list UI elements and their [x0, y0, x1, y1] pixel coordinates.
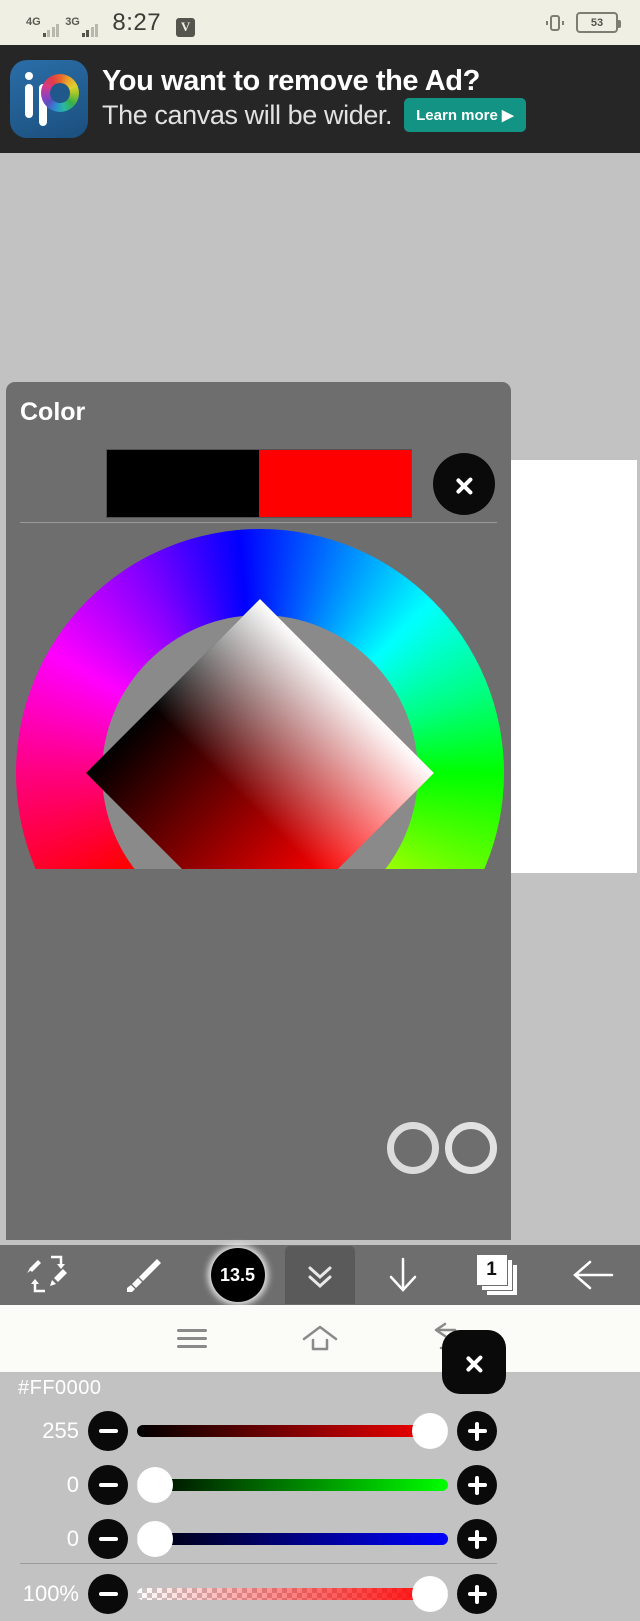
status-bar-clock: 8:27: [112, 8, 162, 36]
chevron-double-down-icon: [308, 1266, 332, 1289]
home-icon: [302, 1325, 338, 1350]
green-decrement-button[interactable]: [88, 1465, 128, 1505]
signal-3g-bars: [81, 23, 99, 37]
learn-more-button[interactable]: Learn more ▶: [404, 97, 526, 132]
brush-size-indicator: 13.5: [210, 1248, 265, 1302]
green-increment-button[interactable]: [457, 1465, 497, 1505]
brush-icon: [126, 1259, 161, 1292]
green-track[interactable]: [137, 1479, 448, 1491]
alpha-knob[interactable]: [412, 1576, 448, 1612]
red-knob[interactable]: [412, 1413, 448, 1449]
layers-icon: 1: [475, 1254, 520, 1296]
arrow-down-icon: [389, 1257, 416, 1292]
layers-button[interactable]: 1: [450, 1245, 545, 1305]
color-panel-header: Color: [6, 382, 511, 444]
chevron-right-icon: [456, 469, 473, 499]
vpn-icon: V: [176, 17, 196, 37]
status-bar-right: 53: [544, 12, 621, 34]
brush-size-value: 13.5: [219, 1264, 256, 1285]
signal-3g: 3G: [65, 15, 99, 37]
red-slider[interactable]: [137, 1411, 448, 1451]
signal-4g: 4G: [26, 15, 60, 37]
vibrate-icon: [546, 14, 564, 31]
nav-menu-button[interactable]: [128, 1324, 256, 1353]
green-value: 0: [66, 1472, 79, 1497]
alpha-increment-button[interactable]: [457, 1574, 497, 1614]
menu-icon: [177, 1324, 207, 1353]
slider-row-alpha: 100%: [6, 1567, 511, 1621]
layers-count: 1: [486, 1259, 497, 1280]
alpha-slider[interactable]: [137, 1574, 448, 1614]
color-swatch-pair[interactable]: [107, 450, 411, 517]
page-title: Color: [20, 398, 86, 426]
back-button[interactable]: [545, 1245, 640, 1305]
battery-level: 53: [590, 16, 604, 29]
ad-sub-row: The canvas will be wider. Learn more ▶: [102, 97, 640, 132]
signal-3g-label: 3G: [65, 15, 80, 28]
download-button[interactable]: [355, 1245, 450, 1305]
blue-decrement-button[interactable]: [88, 1519, 128, 1559]
green-slider[interactable]: [137, 1465, 448, 1505]
hex-value-label: #FF0000: [18, 1377, 102, 1399]
slider-row-blue: 0: [6, 1512, 511, 1566]
nav-home-button[interactable]: [256, 1322, 384, 1356]
slider-divider: [20, 1563, 497, 1564]
panel-lower-background: [6, 869, 511, 1240]
swatch-next-button[interactable]: [433, 453, 495, 515]
swatch-row: [6, 444, 511, 522]
red-decrement-button[interactable]: [88, 1411, 128, 1451]
red-track[interactable]: [137, 1425, 448, 1437]
ad-banner[interactable]: You want to remove the Ad? The canvas wi…: [0, 45, 640, 153]
battery-icon: 53: [576, 12, 621, 33]
slider-row-red: 255: [6, 1404, 511, 1458]
blue-track[interactable]: [137, 1533, 448, 1545]
wheel-next-button[interactable]: [442, 1330, 506, 1394]
android-nav-bar: [0, 1305, 640, 1372]
brush-eraser-swap-button[interactable]: [0, 1245, 95, 1305]
blue-knob[interactable]: [137, 1521, 173, 1557]
ad-subline: The canvas will be wider.: [102, 99, 393, 130]
swatch-secondary[interactable]: [259, 450, 411, 517]
ad-text-block: You want to remove the Ad? The canvas wi…: [102, 66, 640, 132]
slider-row-green: 0: [6, 1458, 511, 1512]
ad-headline: You want to remove the Ad?: [102, 65, 480, 98]
drawing-canvas[interactable]: [511, 460, 637, 873]
color-panel: Color #FF0000 255 0 0 100%: [6, 382, 511, 1614]
red-value: 255: [42, 1418, 79, 1443]
red-increment-button[interactable]: [457, 1411, 497, 1451]
green-knob[interactable]: [137, 1467, 173, 1503]
ibis-paint-logo-icon: [10, 60, 88, 138]
collapse-panel-button[interactable]: [285, 1246, 355, 1304]
alpha-track[interactable]: [137, 1588, 448, 1600]
saturation-value-marker[interactable]: [387, 1122, 439, 1174]
status-bar: 4G 3G 8:27 V 53: [0, 0, 640, 45]
blue-increment-button[interactable]: [457, 1519, 497, 1559]
signal-4g-bars: [42, 23, 60, 37]
blue-value: 0: [66, 1526, 79, 1551]
brush-tool-button[interactable]: [95, 1245, 190, 1305]
alpha-value: 100%: [22, 1581, 79, 1606]
arrow-left-icon: [572, 1260, 613, 1290]
swatch-primary[interactable]: [107, 450, 259, 517]
signal-4g-label: 4G: [26, 15, 41, 28]
blue-slider[interactable]: [137, 1519, 448, 1559]
alpha-decrement-button[interactable]: [88, 1574, 128, 1614]
bottom-toolbar: 13.5 1: [0, 1245, 640, 1305]
brush-size-button[interactable]: 13.5: [190, 1245, 285, 1305]
status-bar-left: 4G 3G 8:27 V: [26, 8, 196, 37]
brush-eraser-swap-icon: [26, 1255, 67, 1293]
hue-marker[interactable]: [445, 1122, 497, 1174]
chevron-right-icon: [466, 1347, 483, 1377]
